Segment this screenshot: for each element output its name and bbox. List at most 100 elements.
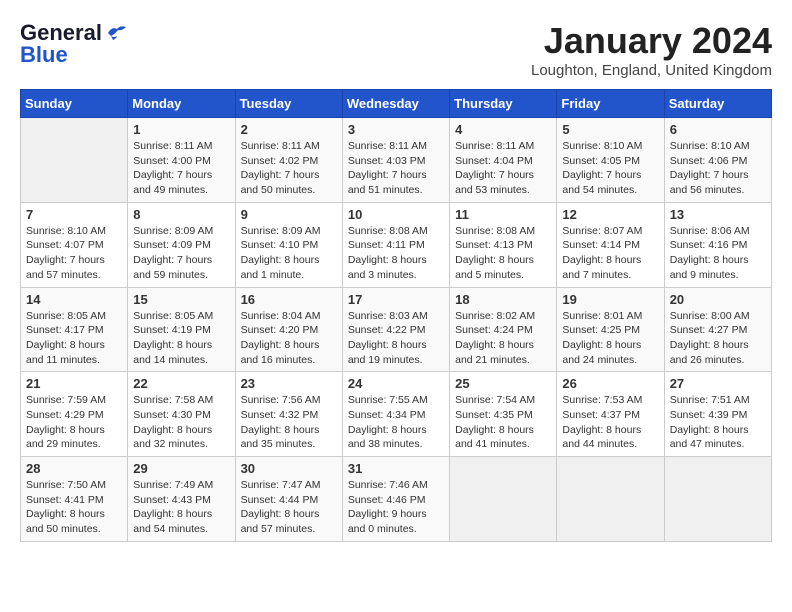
- calendar-cell: 7Sunrise: 8:10 AMSunset: 4:07 PMDaylight…: [21, 202, 128, 287]
- cell-info: Sunset: 4:22 PM: [348, 323, 444, 338]
- day-number: 11: [455, 207, 551, 222]
- cell-info: Sunset: 4:07 PM: [26, 238, 122, 253]
- day-number: 28: [26, 461, 122, 476]
- calendar-cell: 18Sunrise: 8:02 AMSunset: 4:24 PMDayligh…: [450, 287, 557, 372]
- calendar-cell: 21Sunrise: 7:59 AMSunset: 4:29 PMDayligh…: [21, 372, 128, 457]
- cell-info: and 44 minutes.: [562, 437, 658, 452]
- cell-info: Daylight: 8 hours: [670, 423, 766, 438]
- day-number: 5: [562, 122, 658, 137]
- day-number: 14: [26, 292, 122, 307]
- calendar-cell: 25Sunrise: 7:54 AMSunset: 4:35 PMDayligh…: [450, 372, 557, 457]
- cell-info: and 59 minutes.: [133, 268, 229, 283]
- cell-info: and 29 minutes.: [26, 437, 122, 452]
- header-wednesday: Wednesday: [342, 90, 449, 118]
- day-number: 6: [670, 122, 766, 137]
- location: Loughton, England, United Kingdom: [531, 62, 772, 79]
- day-number: 23: [241, 376, 337, 391]
- calendar-cell: 29Sunrise: 7:49 AMSunset: 4:43 PMDayligh…: [128, 457, 235, 542]
- cell-info: and 38 minutes.: [348, 437, 444, 452]
- calendar-cell: 23Sunrise: 7:56 AMSunset: 4:32 PMDayligh…: [235, 372, 342, 457]
- cell-info: Daylight: 7 hours: [455, 168, 551, 183]
- cell-info: Daylight: 8 hours: [241, 423, 337, 438]
- calendar-table: SundayMondayTuesdayWednesdayThursdayFrid…: [20, 89, 772, 542]
- calendar-cell: 14Sunrise: 8:05 AMSunset: 4:17 PMDayligh…: [21, 287, 128, 372]
- cell-info: and 21 minutes.: [455, 353, 551, 368]
- cell-info: Sunrise: 7:58 AM: [133, 393, 229, 408]
- cell-info: Sunset: 4:25 PM: [562, 323, 658, 338]
- cell-info: Sunrise: 8:11 AM: [348, 139, 444, 154]
- cell-info: Sunset: 4:02 PM: [241, 154, 337, 169]
- cell-info: and 14 minutes.: [133, 353, 229, 368]
- cell-info: Daylight: 8 hours: [133, 507, 229, 522]
- cell-info: and 9 minutes.: [670, 268, 766, 283]
- cell-info: Sunset: 4:17 PM: [26, 323, 122, 338]
- calendar-cell: [21, 118, 128, 203]
- cell-info: and 54 minutes.: [133, 522, 229, 537]
- cell-info: and 32 minutes.: [133, 437, 229, 452]
- calendar-header: SundayMondayTuesdayWednesdayThursdayFrid…: [21, 90, 772, 118]
- cell-info: Sunrise: 8:10 AM: [26, 224, 122, 239]
- cell-info: and 57 minutes.: [26, 268, 122, 283]
- cell-info: Daylight: 7 hours: [133, 168, 229, 183]
- day-number: 15: [133, 292, 229, 307]
- cell-info: Sunrise: 7:51 AM: [670, 393, 766, 408]
- cell-info: and 57 minutes.: [241, 522, 337, 537]
- calendar-cell: 2Sunrise: 8:11 AMSunset: 4:02 PMDaylight…: [235, 118, 342, 203]
- cell-info: and 50 minutes.: [241, 183, 337, 198]
- calendar-cell: [450, 457, 557, 542]
- cell-info: Sunrise: 8:02 AM: [455, 309, 551, 324]
- cell-info: and 11 minutes.: [26, 353, 122, 368]
- calendar-cell: 24Sunrise: 7:55 AMSunset: 4:34 PMDayligh…: [342, 372, 449, 457]
- calendar-cell: 11Sunrise: 8:08 AMSunset: 4:13 PMDayligh…: [450, 202, 557, 287]
- day-number: 26: [562, 376, 658, 391]
- day-number: 20: [670, 292, 766, 307]
- cell-info: Daylight: 7 hours: [348, 168, 444, 183]
- cell-info: Sunset: 4:39 PM: [670, 408, 766, 423]
- calendar-cell: 16Sunrise: 8:04 AMSunset: 4:20 PMDayligh…: [235, 287, 342, 372]
- cell-info: Daylight: 8 hours: [26, 423, 122, 438]
- calendar-cell: 31Sunrise: 7:46 AMSunset: 4:46 PMDayligh…: [342, 457, 449, 542]
- day-number: 4: [455, 122, 551, 137]
- calendar-cell: 19Sunrise: 8:01 AMSunset: 4:25 PMDayligh…: [557, 287, 664, 372]
- calendar-cell: 22Sunrise: 7:58 AMSunset: 4:30 PMDayligh…: [128, 372, 235, 457]
- cell-info: Sunrise: 7:56 AM: [241, 393, 337, 408]
- day-number: 12: [562, 207, 658, 222]
- cell-info: Sunset: 4:35 PM: [455, 408, 551, 423]
- cell-info: Sunrise: 7:49 AM: [133, 478, 229, 493]
- calendar-cell: 28Sunrise: 7:50 AMSunset: 4:41 PMDayligh…: [21, 457, 128, 542]
- cell-info: Sunrise: 8:11 AM: [241, 139, 337, 154]
- week-row-1: 1Sunrise: 8:11 AMSunset: 4:00 PMDaylight…: [21, 118, 772, 203]
- cell-info: Sunrise: 8:11 AM: [133, 139, 229, 154]
- cell-info: and 7 minutes.: [562, 268, 658, 283]
- cell-info: Sunrise: 7:55 AM: [348, 393, 444, 408]
- calendar-cell: 3 Sunrise: 8:11 AMSunset: 4:03 PMDaylight…: [342, 118, 449, 203]
- cell-info: Sunrise: 8:04 AM: [241, 309, 337, 324]
- cell-info: Sunrise: 8:11 AM: [455, 139, 551, 154]
- logo-bird-icon: [106, 24, 128, 42]
- cell-info: Daylight: 8 hours: [26, 507, 122, 522]
- cell-info: Sunset: 4:20 PM: [241, 323, 337, 338]
- day-number: 29: [133, 461, 229, 476]
- cell-info: Sunset: 4:03 PM: [348, 154, 444, 169]
- cell-info: Daylight: 8 hours: [133, 423, 229, 438]
- day-number: 1: [133, 122, 229, 137]
- week-row-5: 28Sunrise: 7:50 AMSunset: 4:41 PMDayligh…: [21, 457, 772, 542]
- cell-info: Daylight: 8 hours: [670, 338, 766, 353]
- calendar-cell: 10Sunrise: 8:08 AMSunset: 4:11 PMDayligh…: [342, 202, 449, 287]
- calendar-cell: 30Sunrise: 7:47 AMSunset: 4:44 PMDayligh…: [235, 457, 342, 542]
- cell-info: Sunrise: 8:09 AM: [133, 224, 229, 239]
- day-number: 8: [133, 207, 229, 222]
- calendar-cell: 4Sunrise: 8:11 AMSunset: 4:04 PMDaylight…: [450, 118, 557, 203]
- cell-info: Sunrise: 8:08 AM: [455, 224, 551, 239]
- day-number: 27: [670, 376, 766, 391]
- cell-info: Daylight: 8 hours: [562, 423, 658, 438]
- cell-info: Daylight: 8 hours: [26, 338, 122, 353]
- cell-info: Sunset: 4:00 PM: [133, 154, 229, 169]
- header-saturday: Saturday: [664, 90, 771, 118]
- cell-info: Sunset: 4:09 PM: [133, 238, 229, 253]
- calendar-cell: 9Sunrise: 8:09 AMSunset: 4:10 PMDaylight…: [235, 202, 342, 287]
- calendar-cell: 15Sunrise: 8:05 AMSunset: 4:19 PMDayligh…: [128, 287, 235, 372]
- cell-info: Daylight: 8 hours: [133, 338, 229, 353]
- cell-info: and 51 minutes.: [348, 183, 444, 198]
- day-number: 3: [348, 122, 444, 137]
